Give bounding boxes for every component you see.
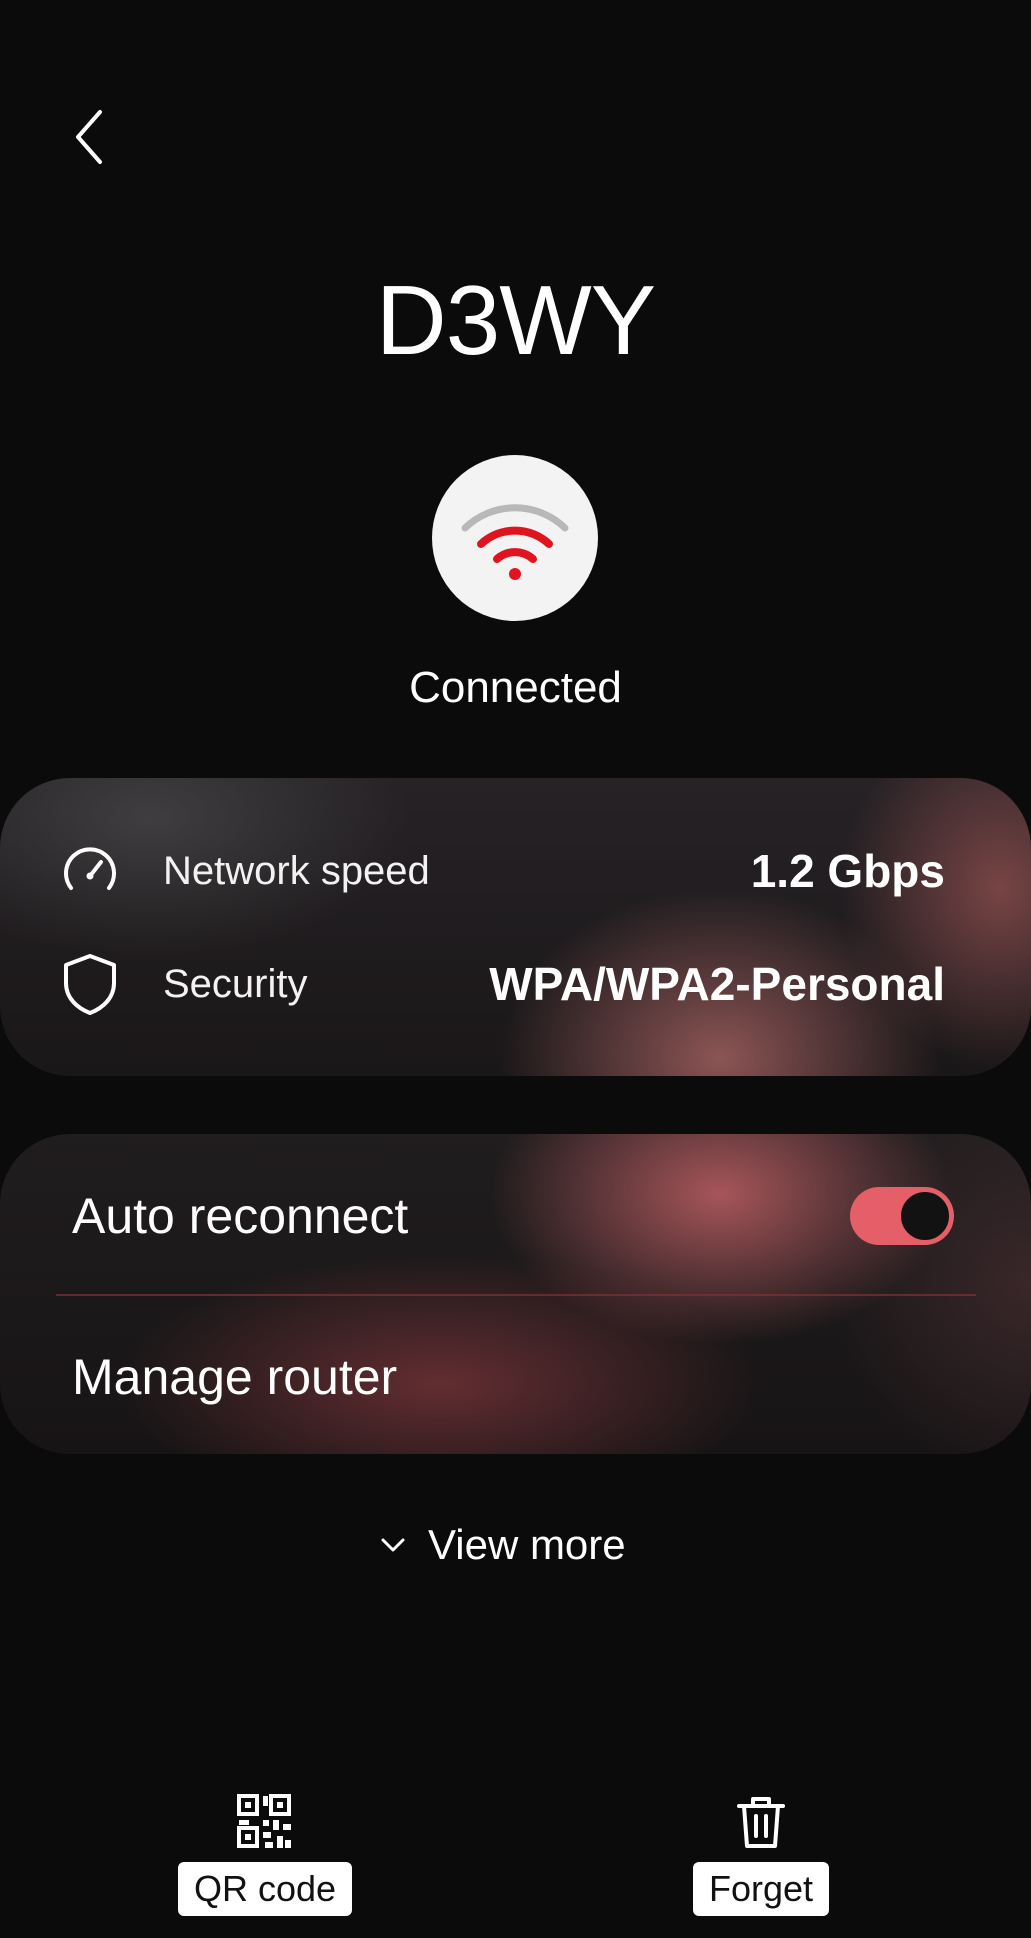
network-speed-label: Network speed [163, 848, 430, 893]
wifi-icon [461, 504, 569, 580]
manage-router-label: Manage router [72, 1349, 398, 1405]
network-speed-row: Network speed 1.2 Gbps [0, 831, 1031, 911]
auto-reconnect-label: Auto reconnect [72, 1188, 409, 1244]
back-button[interactable] [62, 105, 118, 169]
trash-icon [731, 1792, 791, 1852]
toggle-knob [898, 1189, 952, 1243]
manage-router-row[interactable]: Manage router [0, 1317, 1031, 1437]
connection-status: Connected [409, 663, 622, 712]
forget-button[interactable]: Forget [693, 1792, 830, 1916]
security-row: Security WPA/WPA2-Personal [0, 944, 1031, 1024]
auto-reconnect-toggle[interactable] [850, 1187, 954, 1245]
chevron-down-icon [381, 1538, 405, 1552]
chevron-left-icon [76, 110, 102, 164]
speedometer-icon [58, 839, 122, 903]
auto-reconnect-row[interactable]: Auto reconnect [0, 1156, 1031, 1276]
settings-card: Auto reconnect Manage router [0, 1134, 1031, 1454]
forget-label: Forget [693, 1862, 830, 1916]
view-more-button[interactable]: View more [380, 1512, 626, 1578]
qr-code-icon [235, 1792, 295, 1852]
wifi-status-badge [432, 455, 598, 621]
view-more-label: View more [428, 1521, 626, 1568]
qr-code-button[interactable]: QR code [178, 1792, 353, 1916]
network-speed-value: 1.2 Gbps [750, 845, 945, 897]
network-info-card: Network speed 1.2 Gbps Security WPA/WPA2… [0, 778, 1031, 1076]
qr-code-label: QR code [178, 1862, 353, 1916]
security-value: WPA/WPA2-Personal [489, 958, 945, 1010]
shield-icon [58, 952, 122, 1016]
divider [56, 1294, 976, 1296]
network-name-title: D3WY [375, 265, 656, 375]
security-label: Security [163, 961, 308, 1006]
